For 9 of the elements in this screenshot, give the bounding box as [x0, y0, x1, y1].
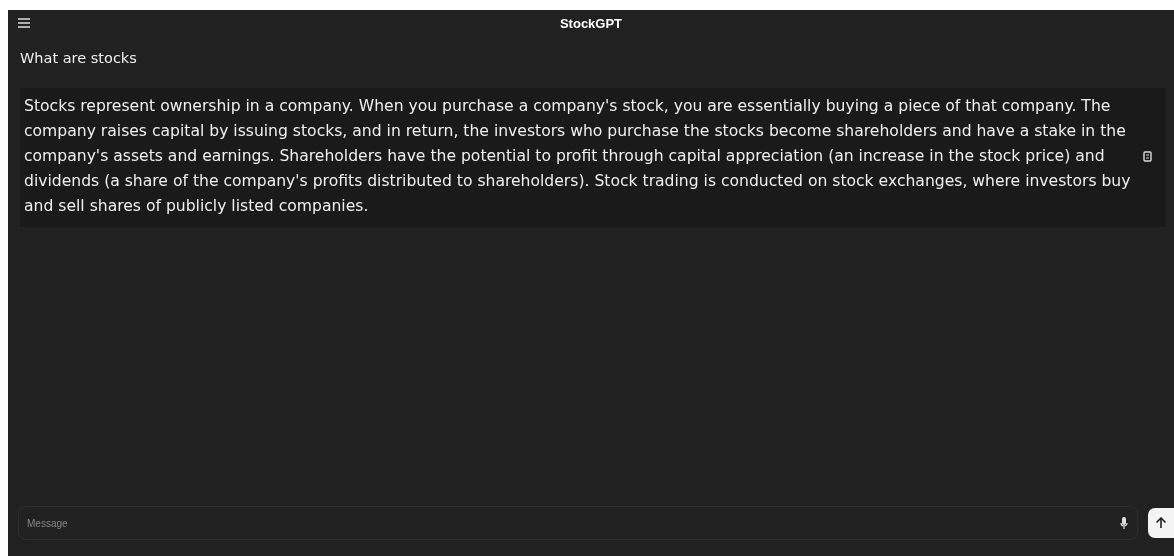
- answer-text: Stocks represent ownership in a company. When you purchase a company's stock, you are essentially buying a piece of that company. The company raises capital by issuing stocks, and in return, the investors who purchase the stocks become shareholders and have a stake in the company's assets and earnings. Shareholders have the potential to profit through capital appreciation (an increase in the stock price) and dividends (a share of the company's profits distributed to shareholders). Stock trading is conducted on stock exchanges, where investors buy and sell shares of publicly listed companies.: [24, 96, 1131, 217]
- copy-icon[interactable]: [1143, 151, 1152, 162]
- app-title: StockGPT: [559, 15, 623, 31]
- user-message: What are stocks: [20, 50, 137, 66]
- send-button[interactable]: [1148, 508, 1174, 538]
- message-field[interactable]: Message: [18, 506, 1138, 540]
- microphone-icon[interactable]: [1120, 517, 1128, 529]
- menu-icon[interactable]: [18, 18, 30, 28]
- arrow-up-icon: [1155, 517, 1167, 529]
